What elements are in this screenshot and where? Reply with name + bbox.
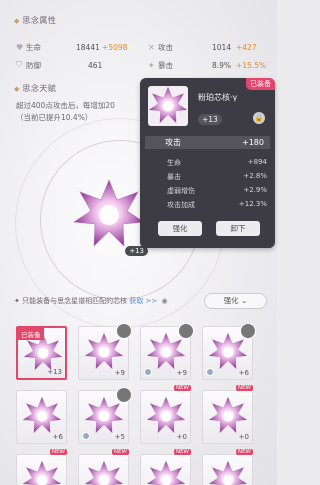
avatar bbox=[240, 323, 256, 339]
unequip-button[interactable]: 卸下 bbox=[216, 221, 260, 236]
core-card[interactable]: NEW bbox=[202, 449, 253, 485]
main-stat-row: 攻击 +180 bbox=[145, 136, 270, 149]
equipped-tag: 已装备 bbox=[18, 328, 44, 340]
lock-icon bbox=[206, 368, 214, 376]
stat-hp: ♥ 生命 18441 +5098 bbox=[16, 42, 128, 52]
crit-icon: ✦ bbox=[148, 60, 155, 70]
heart-icon: ♥ bbox=[16, 42, 24, 52]
sub-stat-row: 攻击加成 +12.3% bbox=[167, 200, 267, 209]
equipped-badge: 已装备 bbox=[246, 78, 275, 90]
enhance-button[interactable]: 强化 bbox=[158, 221, 202, 236]
card-level: +6 bbox=[238, 369, 249, 377]
new-tag: NEW bbox=[111, 449, 129, 455]
core-name: 粉珀芯核·γ bbox=[198, 93, 238, 102]
talent-description: 超过400点攻击后，每增加20 （当前已提升10.4%） bbox=[16, 101, 115, 122]
stat-atk: ✕ 攻击 1014 +427 bbox=[148, 42, 257, 52]
card-level: +9 bbox=[114, 369, 125, 377]
sub-stat-row: 生命 +894 bbox=[167, 158, 267, 167]
card-level: +0 bbox=[176, 433, 187, 441]
core-card[interactable]: NEW +0 bbox=[140, 385, 191, 444]
card-level: +5 bbox=[114, 433, 125, 441]
sub-stat-row: 虚弱增伤 +2.9% bbox=[167, 186, 267, 195]
core-card[interactable]: +9 bbox=[78, 323, 132, 380]
new-tag: NEW bbox=[173, 385, 191, 391]
talent-header: ◆ 思念天赋 bbox=[14, 82, 84, 95]
core-thumbnail bbox=[148, 86, 188, 126]
diamond-icon: ◆ bbox=[14, 16, 20, 25]
sort-dropdown[interactable]: 强化 ⌄ bbox=[204, 293, 267, 309]
diamond-icon: ◆ bbox=[14, 84, 20, 93]
core-card[interactable]: NEW bbox=[140, 449, 191, 485]
card-level: +13 bbox=[47, 368, 62, 376]
new-tag: NEW bbox=[235, 385, 253, 391]
talent-title: 思念天赋 bbox=[22, 84, 57, 93]
lock-icon bbox=[144, 368, 152, 376]
core-card[interactable]: +6 bbox=[16, 390, 67, 444]
sword-icon: ✕ bbox=[148, 42, 155, 52]
avatar bbox=[116, 323, 132, 339]
hint-icon: ✦ bbox=[14, 297, 23, 305]
shield-icon: ⛉ bbox=[16, 60, 22, 69]
core-card[interactable]: NEW +0 bbox=[202, 385, 253, 444]
card-level: +9 bbox=[176, 369, 187, 377]
chevron-down-icon: ⌄ bbox=[241, 296, 248, 305]
core-level: +13 bbox=[198, 114, 222, 125]
card-level: +0 bbox=[238, 433, 249, 441]
lock-icon bbox=[82, 432, 90, 440]
core-card[interactable]: NEW bbox=[78, 449, 129, 485]
core-card[interactable]: +6 bbox=[202, 323, 256, 380]
obtain-link[interactable]: 获取 bbox=[129, 297, 143, 305]
eye-icon[interactable]: ◉ bbox=[162, 297, 168, 305]
core-detail-popup: 已装备 粉珀芯核·γ +13 🔒 攻击 +180 生命 +894 暴击 +2.8% … bbox=[140, 78, 275, 248]
core-card[interactable]: 已装备 +13 bbox=[16, 326, 67, 380]
equipped-core[interactable]: +13 bbox=[72, 178, 148, 256]
sub-stat-row: 暴击 +2.8% bbox=[167, 172, 267, 181]
lock-icon[interactable]: 🔒 bbox=[253, 112, 265, 124]
attrs-header: ◆ 思念属性 bbox=[14, 14, 84, 27]
core-card[interactable]: +5 bbox=[78, 387, 132, 444]
new-tag: NEW bbox=[173, 449, 191, 455]
core-gem-icon bbox=[73, 179, 145, 247]
new-tag: NEW bbox=[235, 449, 253, 455]
core-card[interactable]: +9 bbox=[140, 323, 194, 380]
avatar bbox=[178, 323, 194, 339]
card-level: +6 bbox=[52, 433, 63, 441]
stat-crit: ✦ 暴击 8.9% +15.5% bbox=[148, 60, 267, 70]
new-tag: NEW bbox=[49, 449, 67, 455]
equip-hint: ✦ 只能装备与思念星谱相匹配的芯核 获取 >> ◉ bbox=[14, 297, 168, 305]
avatar bbox=[116, 387, 132, 403]
attrs-title: 思念属性 bbox=[22, 16, 57, 25]
stat-def: ⛉ 防御 461 bbox=[16, 60, 103, 70]
core-card[interactable]: NEW bbox=[16, 449, 67, 485]
